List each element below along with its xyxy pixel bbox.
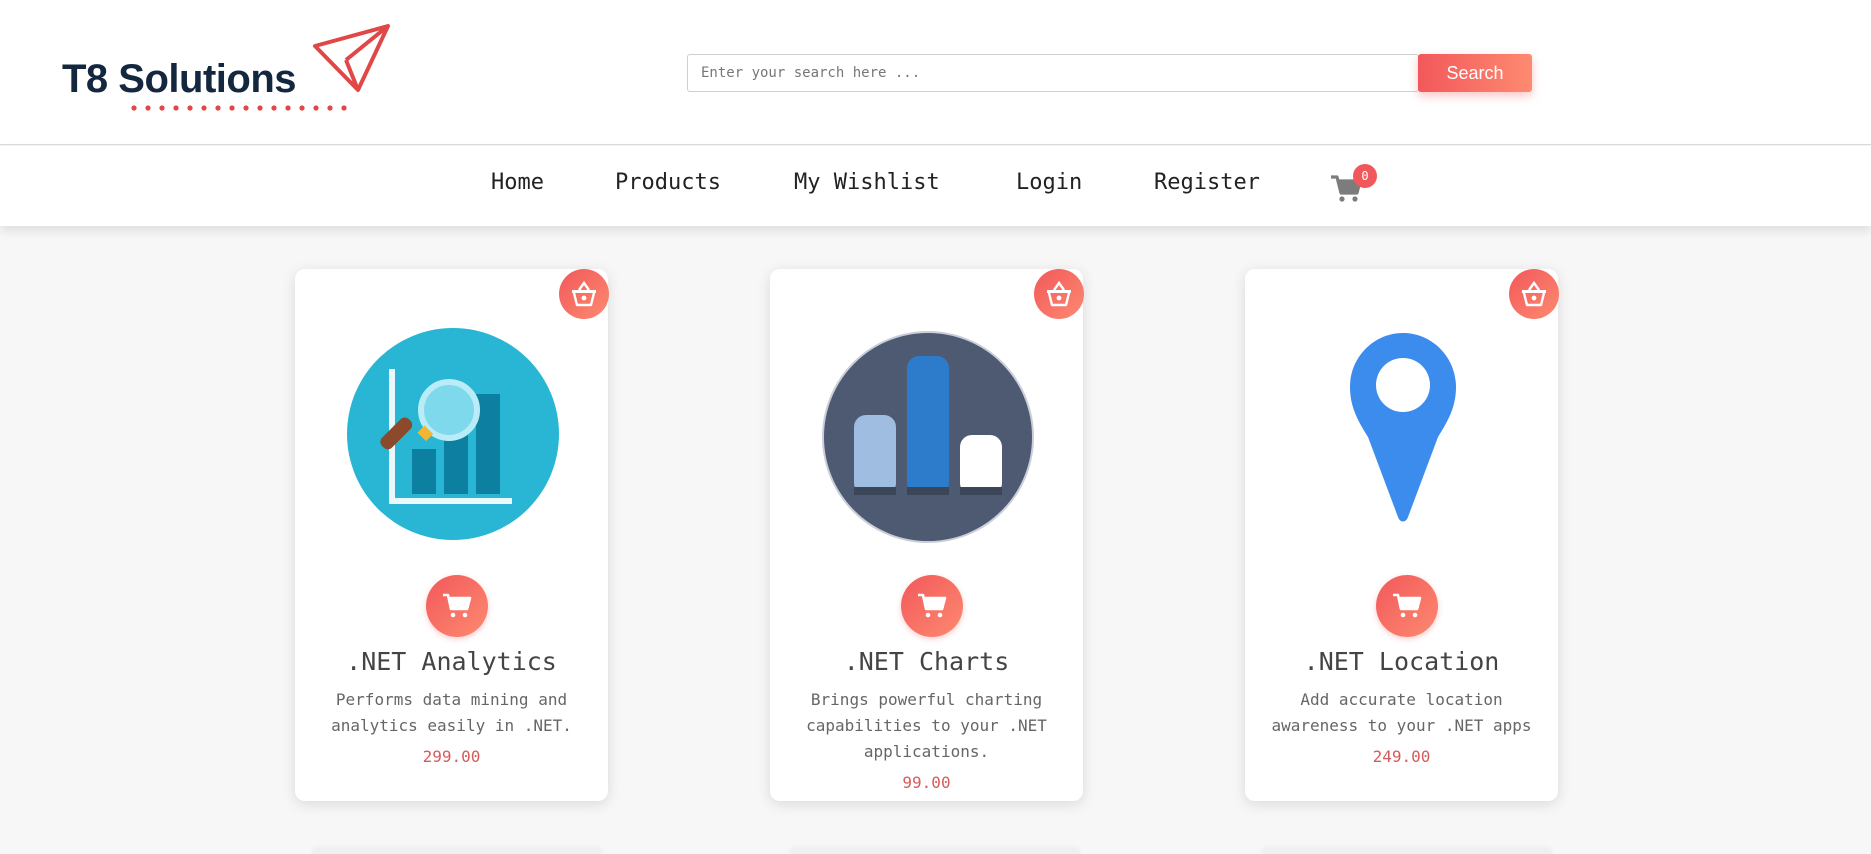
product-card-next-row — [312, 848, 602, 854]
site-header: T8 Solutions Search — [0, 0, 1871, 145]
paper-plane-icon — [313, 24, 390, 92]
product-title[interactable]: .NET Analytics — [295, 647, 608, 676]
basket-icon — [1522, 281, 1546, 307]
shopping-cart-icon — [918, 593, 947, 618]
nav-item-login[interactable]: Login — [1016, 170, 1082, 195]
add-to-wishlist-button[interactable] — [559, 269, 609, 319]
cart-button[interactable]: 0 — [1330, 164, 1377, 204]
search-bar: Search — [687, 54, 1532, 92]
analytics-chart-magnifier-icon — [347, 328, 559, 540]
product-card-next-row — [790, 848, 1080, 854]
logo-dots — [131, 105, 347, 111]
brand-name: T8 Solutions — [62, 57, 297, 101]
nav-item-wishlist[interactable]: My Wishlist — [794, 170, 940, 195]
product-price: 299.00 — [422, 747, 481, 766]
shopping-cart-icon — [1393, 593, 1422, 618]
nav-item-products[interactable]: Products — [615, 170, 721, 195]
product-title[interactable]: .NET Charts — [770, 647, 1083, 676]
location-pin-icon — [1350, 333, 1456, 522]
add-to-cart-button[interactable] — [901, 575, 963, 637]
main-nav: Home Products My Wishlist Login Register… — [0, 146, 1871, 226]
add-to-cart-button[interactable] — [426, 575, 488, 637]
product-price: 99.00 — [902, 773, 951, 792]
search-button[interactable]: Search — [1418, 54, 1532, 92]
product-title[interactable]: .NET Location — [1245, 647, 1558, 676]
add-to-wishlist-button[interactable] — [1034, 269, 1084, 319]
product-card: .NET Location Add accurate location awar… — [1245, 269, 1559, 801]
shopping-cart-icon — [443, 593, 472, 618]
cart-count-badge: 0 — [1353, 164, 1377, 188]
bar-chart-icon — [822, 331, 1034, 543]
basket-icon — [1047, 281, 1071, 307]
nav-item-register[interactable]: Register — [1154, 170, 1260, 195]
product-card-next-row — [1262, 848, 1552, 854]
add-to-cart-button[interactable] — [1376, 575, 1438, 637]
product-description: Brings powerful charting capabilities to… — [806, 690, 1047, 761]
basket-icon — [572, 281, 596, 307]
product-description: Add accurate location awareness to your … — [1271, 690, 1532, 735]
product-price: 249.00 — [1372, 747, 1431, 766]
search-input[interactable] — [687, 54, 1419, 92]
product-card: .NET Charts Brings powerful charting cap… — [770, 269, 1084, 801]
add-to-wishlist-button[interactable] — [1509, 269, 1559, 319]
site-logo[interactable]: T8 Solutions — [62, 24, 402, 120]
nav-item-home[interactable]: Home — [491, 170, 544, 195]
product-card: .NET Analytics Performs data mining and … — [295, 269, 609, 801]
product-description: Performs data mining and analytics easil… — [331, 690, 572, 735]
